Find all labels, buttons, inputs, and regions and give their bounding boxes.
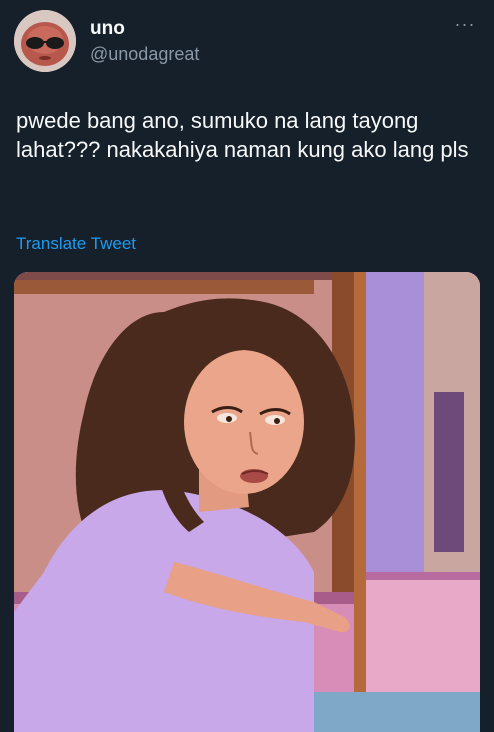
tweet-text: pwede bang ano, sumuko na lang tayong la… [16,108,469,162]
display-name[interactable]: uno [90,18,125,40]
tweet-card: uno @unodagreat ··· pwede bang ano, sumu… [0,0,494,732]
tweet-media-image[interactable] [14,272,480,732]
user-handle[interactable]: @unodagreat [90,44,199,65]
tweet-header: uno @unodagreat ··· [14,10,480,74]
more-options-icon[interactable]: ··· [452,15,478,36]
translate-tweet-link[interactable]: Translate Tweet [16,234,136,254]
avatar[interactable] [14,10,76,72]
avatar-image [14,10,76,72]
cartoon-image [14,272,480,732]
